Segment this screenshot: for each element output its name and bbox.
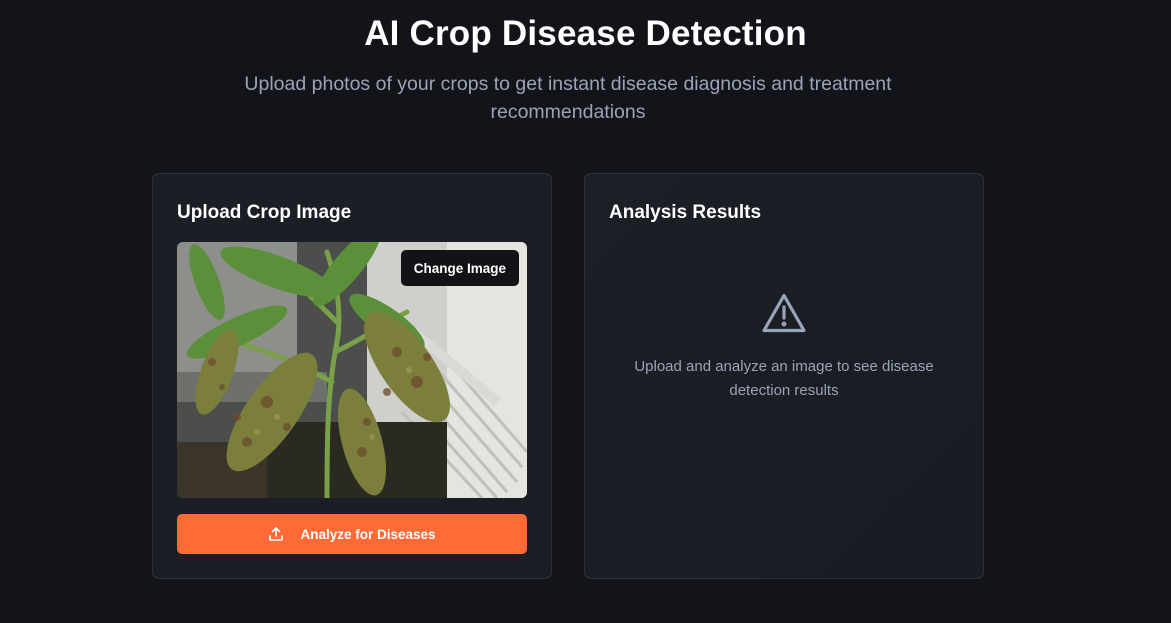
analyze-button[interactable]: Analyze for Diseases [177, 514, 527, 554]
analyze-button-label: Analyze for Diseases [300, 526, 436, 542]
results-card: Analysis Results Upload and analyze an i… [584, 173, 984, 579]
warning-icon [761, 292, 807, 334]
results-card-title: Analysis Results [609, 202, 762, 223]
upload-icon [268, 526, 284, 542]
upload-card-title: Upload Crop Image [177, 202, 352, 223]
upload-card: Upload Crop Image Change Image Analyze f… [152, 173, 552, 579]
uploaded-crop-image: Change Image [177, 242, 527, 498]
empty-results-message: Upload and analyze an image to see disea… [634, 358, 934, 399]
change-image-button[interactable]: Change Image [400, 250, 519, 286]
page-title: AI Crop Disease Detection [364, 14, 807, 53]
page-subtitle: Upload photos of your crops to get insta… [244, 73, 892, 123]
